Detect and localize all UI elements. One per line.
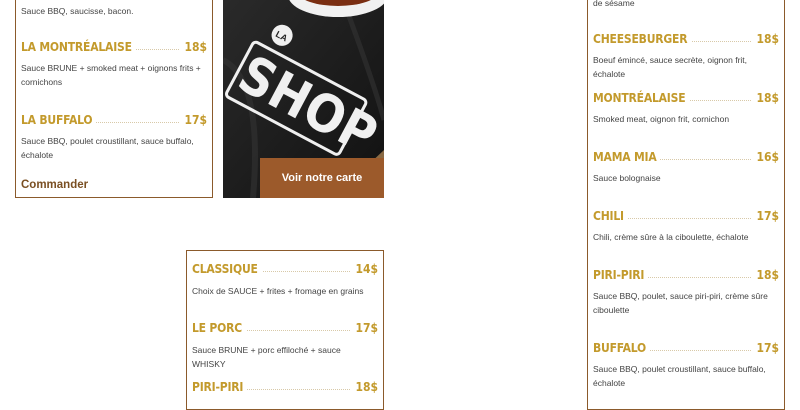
menu-card-right: de sésame CHEESEBURGER 18$ Boeuf émincé,… <box>587 0 785 410</box>
item-name: BUFFALO <box>593 341 650 355</box>
commander-link[interactable]: Commander <box>21 179 88 191</box>
item-name: LA MONTRÉALAISE <box>21 40 136 54</box>
item-description: Choix de SAUCE + frites + fromage en gra… <box>192 286 364 296</box>
item-name: PIRI-PIRI <box>192 380 248 394</box>
item-description: Sauce BBQ, poulet croustillant, sauce bu… <box>593 364 766 388</box>
item-price: 17$ <box>351 321 378 335</box>
item-name: CHILI <box>593 209 628 223</box>
item-description: Smoked meat, oignon frit, cornichon <box>593 114 730 124</box>
item-description: Sauce bolognaise <box>593 173 661 183</box>
item-price: 17$ <box>180 113 207 127</box>
item-description: Sauce BBQ, poulet croustillant, sauce bu… <box>21 136 194 160</box>
item-price: 18$ <box>752 91 779 105</box>
item-price: 18$ <box>351 380 378 394</box>
item-name: CLASSIQUE <box>192 262 262 276</box>
item-description: Sauce BBQ, saucisse, bacon. <box>21 6 134 16</box>
item-price: 14$ <box>351 262 378 276</box>
item-name: LA BUFFALO <box>21 113 97 127</box>
item-name: LE PORC <box>192 321 246 335</box>
item-name: MAMA MIA <box>593 150 661 164</box>
item-price: 18$ <box>180 40 207 54</box>
item-price: 18$ <box>752 268 779 282</box>
item-price: 17$ <box>752 341 779 355</box>
item-description: Sauce BRUNE + smoked meat + oignons frit… <box>21 63 201 87</box>
item-description: Boeuf émincé, sauce secrète, oignon frit… <box>593 55 748 79</box>
item-description: Sauce BRUNE + porc effiloché + sauce WHI… <box>192 345 341 369</box>
item-price: 18$ <box>752 32 779 46</box>
item-description: de sésame <box>593 0 635 8</box>
item-description: Sauce BBQ, poulet, sauce piri-piri, crèm… <box>593 291 768 315</box>
item-name: MONTRÉALAISE <box>593 91 690 105</box>
item-name: PIRI-PIRI <box>593 268 649 282</box>
menu-card-left: Sauce BBQ, saucisse, bacon. LA MONTRÉALA… <box>15 0 213 198</box>
item-name: CHEESEBURGER <box>593 32 692 46</box>
voir-carte-button[interactable]: Voir notre carte <box>260 158 384 198</box>
item-description: Chili, crème sûre à la ciboulette, échal… <box>593 232 749 242</box>
item-price: 16$ <box>752 150 779 164</box>
item-price: 17$ <box>752 209 779 223</box>
menu-card-middle: CLASSIQUE 14$ Choix de SAUCE + frites + … <box>186 250 384 410</box>
